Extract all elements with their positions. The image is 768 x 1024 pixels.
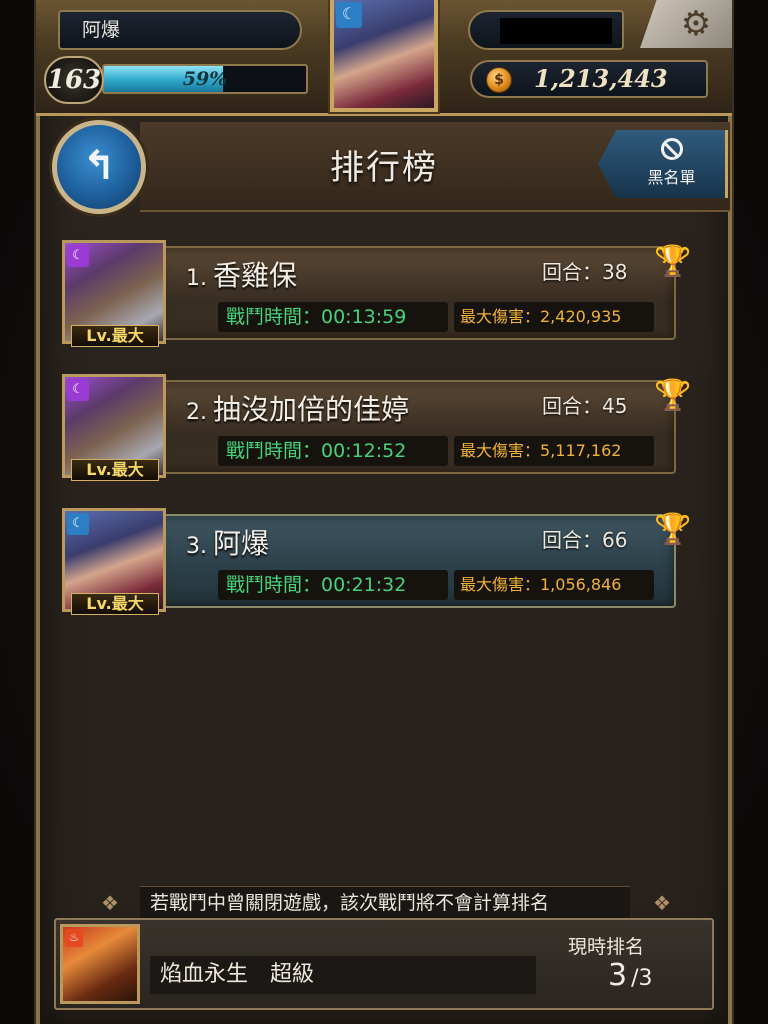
element-icon: ☾ bbox=[336, 2, 362, 28]
battle-time: 戰鬥時間：00:12:52 bbox=[218, 436, 448, 466]
page-title: 排行榜 bbox=[330, 148, 438, 188]
gold-trophy-icon: 🏆 bbox=[654, 244, 692, 279]
rounds-count: 回合：66 bbox=[542, 528, 628, 552]
exp-bar: 59% bbox=[102, 64, 308, 94]
back-arrow-icon: ↰ bbox=[82, 143, 116, 189]
level-tag: Lv.最大 bbox=[71, 325, 159, 347]
coin-icon: $ bbox=[486, 67, 512, 93]
back-button[interactable]: ↰ bbox=[52, 120, 146, 214]
redacted-block bbox=[500, 18, 612, 44]
coin-value: 1,213,443 bbox=[534, 64, 668, 93]
element-icon: ☾ bbox=[67, 513, 89, 535]
rounds-count: 回合：38 bbox=[542, 260, 628, 284]
ornament-right-icon: ❖ bbox=[653, 891, 671, 915]
ban-icon bbox=[660, 138, 683, 160]
rank-total: /3 bbox=[631, 966, 653, 991]
max-damage: 最大傷害：2,420,935 bbox=[454, 302, 654, 332]
player-name: 阿爆 bbox=[58, 10, 302, 50]
ranking-row-3[interactable]: ☾ Lv.最大 3. 阿爆 回合：66 🏆 戰鬥時間：00:21:32 最大傷害：… bbox=[56, 508, 691, 622]
current-rank: 3/3 bbox=[608, 958, 653, 993]
player-avatar[interactable]: ☾ Lv.最大 bbox=[62, 374, 166, 481]
ranking-name: 2. 抽沒加倍的佳婷 bbox=[186, 388, 409, 428]
player-avatar[interactable]: ☾ Lv.最大 bbox=[62, 508, 166, 615]
notice-text: 若戰鬥中曾關閉遊戲，該次戰鬥將不會計算排名 bbox=[140, 886, 630, 920]
ornament-left-icon: ❖ bbox=[101, 891, 119, 915]
ranking-name: 1. 香雞保 bbox=[186, 254, 297, 294]
ranking-number: 2. bbox=[186, 400, 207, 425]
blacklist-label: 黑名單 bbox=[647, 168, 696, 187]
level-tag: Lv.最大 bbox=[71, 593, 159, 615]
stage-name: 焰血永生 超級 bbox=[150, 956, 536, 994]
element-icon: ☾ bbox=[67, 245, 89, 267]
ranking-row-1[interactable]: ☾ Lv.最大 1. 香雞保 回合：38 🏆 戰鬥時間：00:13:59 最大傷害… bbox=[56, 240, 691, 354]
ranking-player-name: 阿爆 bbox=[213, 527, 270, 560]
fire-element-icon: ♨ bbox=[65, 929, 83, 947]
bronze-trophy-icon: 🏆 bbox=[654, 512, 692, 547]
player-portrait[interactable]: ☾ bbox=[330, 0, 438, 112]
stage-boss-avatar: ♨ bbox=[60, 924, 140, 1004]
rounds-count: 回合：45 bbox=[542, 394, 628, 418]
ranking-number: 3. bbox=[186, 534, 207, 559]
blacklist-button[interactable]: 黑名單 bbox=[598, 130, 728, 198]
silver-trophy-icon: 🏆 bbox=[654, 378, 692, 413]
max-damage: 最大傷害：1,056,846 bbox=[454, 570, 654, 600]
battle-time: 戰鬥時間：00:21:32 bbox=[218, 570, 448, 600]
current-rank-number: 3 bbox=[608, 958, 628, 993]
exp-percent-label: 59% bbox=[182, 68, 228, 90]
ranking-player-name: 抽沒加倍的佳婷 bbox=[213, 393, 410, 426]
ranking-number: 1. bbox=[186, 266, 207, 291]
player-level-badge: 163 bbox=[44, 56, 104, 104]
redacted-plate bbox=[468, 10, 624, 50]
element-icon: ☾ bbox=[67, 379, 89, 401]
player-avatar[interactable]: ☾ Lv.最大 bbox=[62, 240, 166, 347]
ranking-row-2[interactable]: ☾ Lv.最大 2. 抽沒加倍的佳婷 回合：45 🏆 戰鬥時間：00:12:52 … bbox=[56, 374, 691, 488]
ranking-player-name: 香雞保 bbox=[213, 259, 298, 292]
coin-counter: $ 1,213,443 bbox=[470, 60, 708, 98]
level-tag: Lv.最大 bbox=[71, 459, 159, 481]
ranking-name: 3. 阿爆 bbox=[186, 522, 269, 562]
battle-time: 戰鬥時間：00:13:59 bbox=[218, 302, 448, 332]
current-rank-label: 現時排名 bbox=[568, 936, 645, 958]
max-damage: 最大傷害：5,117,162 bbox=[454, 436, 654, 466]
